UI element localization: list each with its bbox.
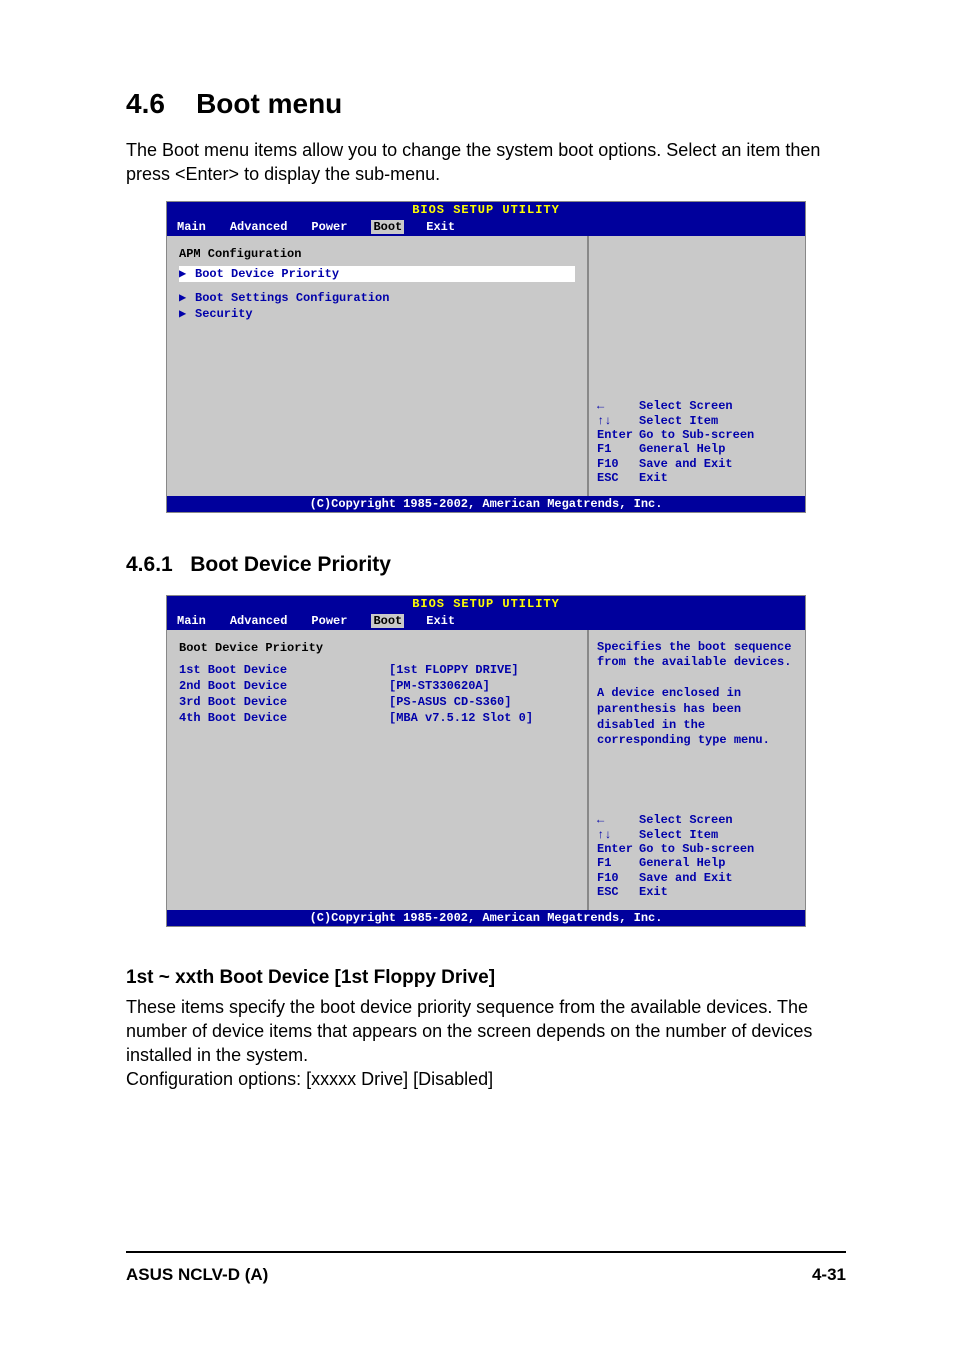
- nav-desc: General Help: [639, 442, 725, 456]
- boot-device-row[interactable]: 4th Boot Device[MBA v7.5.12 Slot 0]: [179, 710, 575, 726]
- bios-tab-advanced[interactable]: Advanced: [230, 220, 312, 234]
- submenu-label: Boot Settings Configuration: [195, 290, 389, 306]
- nav-desc: Save and Exit: [639, 457, 733, 471]
- boot-device-name: 4th Boot Device: [179, 710, 389, 726]
- nav-desc: General Help: [639, 856, 725, 870]
- option-heading: 1st ~ xxth Boot Device [1st Floppy Drive…: [126, 967, 846, 989]
- bios-screenshot-boot-device-priority: BIOS SETUP UTILITY Main Advanced Power B…: [166, 595, 806, 927]
- page-footer: ASUS NCLV-D (A) 4-31: [126, 1265, 846, 1285]
- submenu-label: Security: [195, 306, 253, 322]
- section-title: Boot menu: [196, 88, 342, 119]
- intro-paragraph: The Boot menu items allow you to change …: [126, 138, 846, 187]
- bios-tab-exit[interactable]: Exit: [426, 220, 479, 234]
- boot-device-row[interactable]: 2nd Boot Device[PM-ST330620A]: [179, 678, 575, 694]
- apm-configuration-label: APM Configuration: [179, 246, 575, 262]
- triangle-right-icon: ▶: [179, 266, 195, 282]
- bios-menubar: Main Advanced Power Boot Exit: [167, 612, 805, 630]
- bios-help-text: [597, 246, 797, 326]
- bios-left-pane: APM Configuration ▶ Boot Device Priority…: [167, 236, 587, 496]
- boot-device-row[interactable]: 1st Boot Device[1st FLOPPY DRIVE]: [179, 662, 575, 678]
- nav-key: Enter: [597, 428, 639, 442]
- footer-product-name: ASUS NCLV-D (A): [126, 1265, 268, 1285]
- bios-tab-boot[interactable]: Boot: [371, 220, 404, 234]
- submenu-boot-settings-configuration[interactable]: ▶ Boot Settings Configuration: [179, 290, 575, 306]
- bios-tab-main[interactable]: Main: [177, 220, 230, 234]
- bios-copyright-footer: (C)Copyright 1985-2002, American Megatre…: [167, 910, 805, 926]
- triangle-right-icon: ▶: [179, 290, 195, 306]
- nav-key: F1: [597, 442, 639, 456]
- nav-key: ←: [597, 813, 639, 827]
- nav-desc: Select Screen: [639, 399, 733, 413]
- bios-right-pane: ←Select Screen ↑↓Select Item EnterGo to …: [587, 236, 805, 496]
- subsection-title: Boot Device Priority: [190, 553, 391, 576]
- subsection-number: 4.6.1: [126, 553, 173, 576]
- boot-device-value: [PS-ASUS CD-S360]: [389, 694, 511, 710]
- nav-key: ↑↓: [597, 414, 639, 428]
- panel-header: Boot Device Priority: [179, 640, 575, 656]
- boot-device-value: [PM-ST330620A]: [389, 678, 490, 694]
- boot-device-name: 2nd Boot Device: [179, 678, 389, 694]
- subsection-heading: 4.6.1 Boot Device Priority: [126, 553, 846, 577]
- option-description: These items specify the boot device prio…: [126, 995, 846, 1068]
- boot-device-value: [MBA v7.5.12 Slot 0]: [389, 710, 533, 726]
- bios-copyright-footer: (C)Copyright 1985-2002, American Megatre…: [167, 496, 805, 512]
- footer-page-number: 4-31: [812, 1265, 846, 1285]
- nav-desc: Exit: [639, 471, 668, 485]
- submenu-boot-device-priority[interactable]: ▶ Boot Device Priority: [179, 266, 575, 282]
- nav-desc: Go to Sub-screen: [639, 842, 754, 856]
- triangle-right-icon: ▶: [179, 306, 195, 322]
- section-heading: 4.6 Boot menu: [126, 88, 846, 120]
- bios-left-pane: Boot Device Priority 1st Boot Device[1st…: [167, 630, 587, 910]
- nav-key: ESC: [597, 471, 639, 485]
- nav-key: F10: [597, 871, 639, 885]
- footer-rule: [126, 1251, 846, 1253]
- bios-nav-block: ←Select Screen ↑↓Select Item EnterGo to …: [597, 399, 797, 485]
- nav-key: ESC: [597, 885, 639, 899]
- nav-key: Enter: [597, 842, 639, 856]
- boot-device-value: [1st FLOPPY DRIVE]: [389, 662, 519, 678]
- boot-device-name: 3rd Boot Device: [179, 694, 389, 710]
- boot-device-name: 1st Boot Device: [179, 662, 389, 678]
- nav-key: F10: [597, 457, 639, 471]
- section-number: 4.6: [126, 88, 165, 119]
- nav-key: F1: [597, 856, 639, 870]
- bios-tab-boot[interactable]: Boot: [371, 614, 404, 628]
- nav-key: ←: [597, 399, 639, 413]
- nav-desc: Exit: [639, 885, 668, 899]
- bios-screenshot-boot-menu: BIOS SETUP UTILITY Main Advanced Power B…: [166, 201, 806, 513]
- bios-menubar: Main Advanced Power Boot Exit: [167, 218, 805, 236]
- bios-tab-exit[interactable]: Exit: [426, 614, 479, 628]
- nav-key: ↑↓: [597, 828, 639, 842]
- nav-desc: Select Item: [639, 828, 718, 842]
- submenu-security[interactable]: ▶ Security: [179, 306, 575, 322]
- bios-nav-block: ←Select Screen ↑↓Select Item EnterGo to …: [597, 813, 797, 899]
- bios-help-text: Specifies the boot sequence from the ava…: [597, 640, 797, 749]
- bios-tab-main[interactable]: Main: [177, 614, 230, 628]
- bios-tab-power[interactable]: Power: [311, 220, 371, 234]
- boot-device-row[interactable]: 3rd Boot Device[PS-ASUS CD-S360]: [179, 694, 575, 710]
- bios-right-pane: Specifies the boot sequence from the ava…: [587, 630, 805, 910]
- bios-tab-advanced[interactable]: Advanced: [230, 614, 312, 628]
- nav-desc: Go to Sub-screen: [639, 428, 754, 442]
- configuration-options: Configuration options: [xxxxx Drive] [Di…: [126, 1067, 846, 1091]
- nav-desc: Select Item: [639, 414, 718, 428]
- nav-desc: Select Screen: [639, 813, 733, 827]
- submenu-label: Boot Device Priority: [195, 266, 339, 282]
- bios-title: BIOS SETUP UTILITY: [167, 202, 805, 218]
- nav-desc: Save and Exit: [639, 871, 733, 885]
- bios-tab-power[interactable]: Power: [311, 614, 371, 628]
- bios-title: BIOS SETUP UTILITY: [167, 596, 805, 612]
